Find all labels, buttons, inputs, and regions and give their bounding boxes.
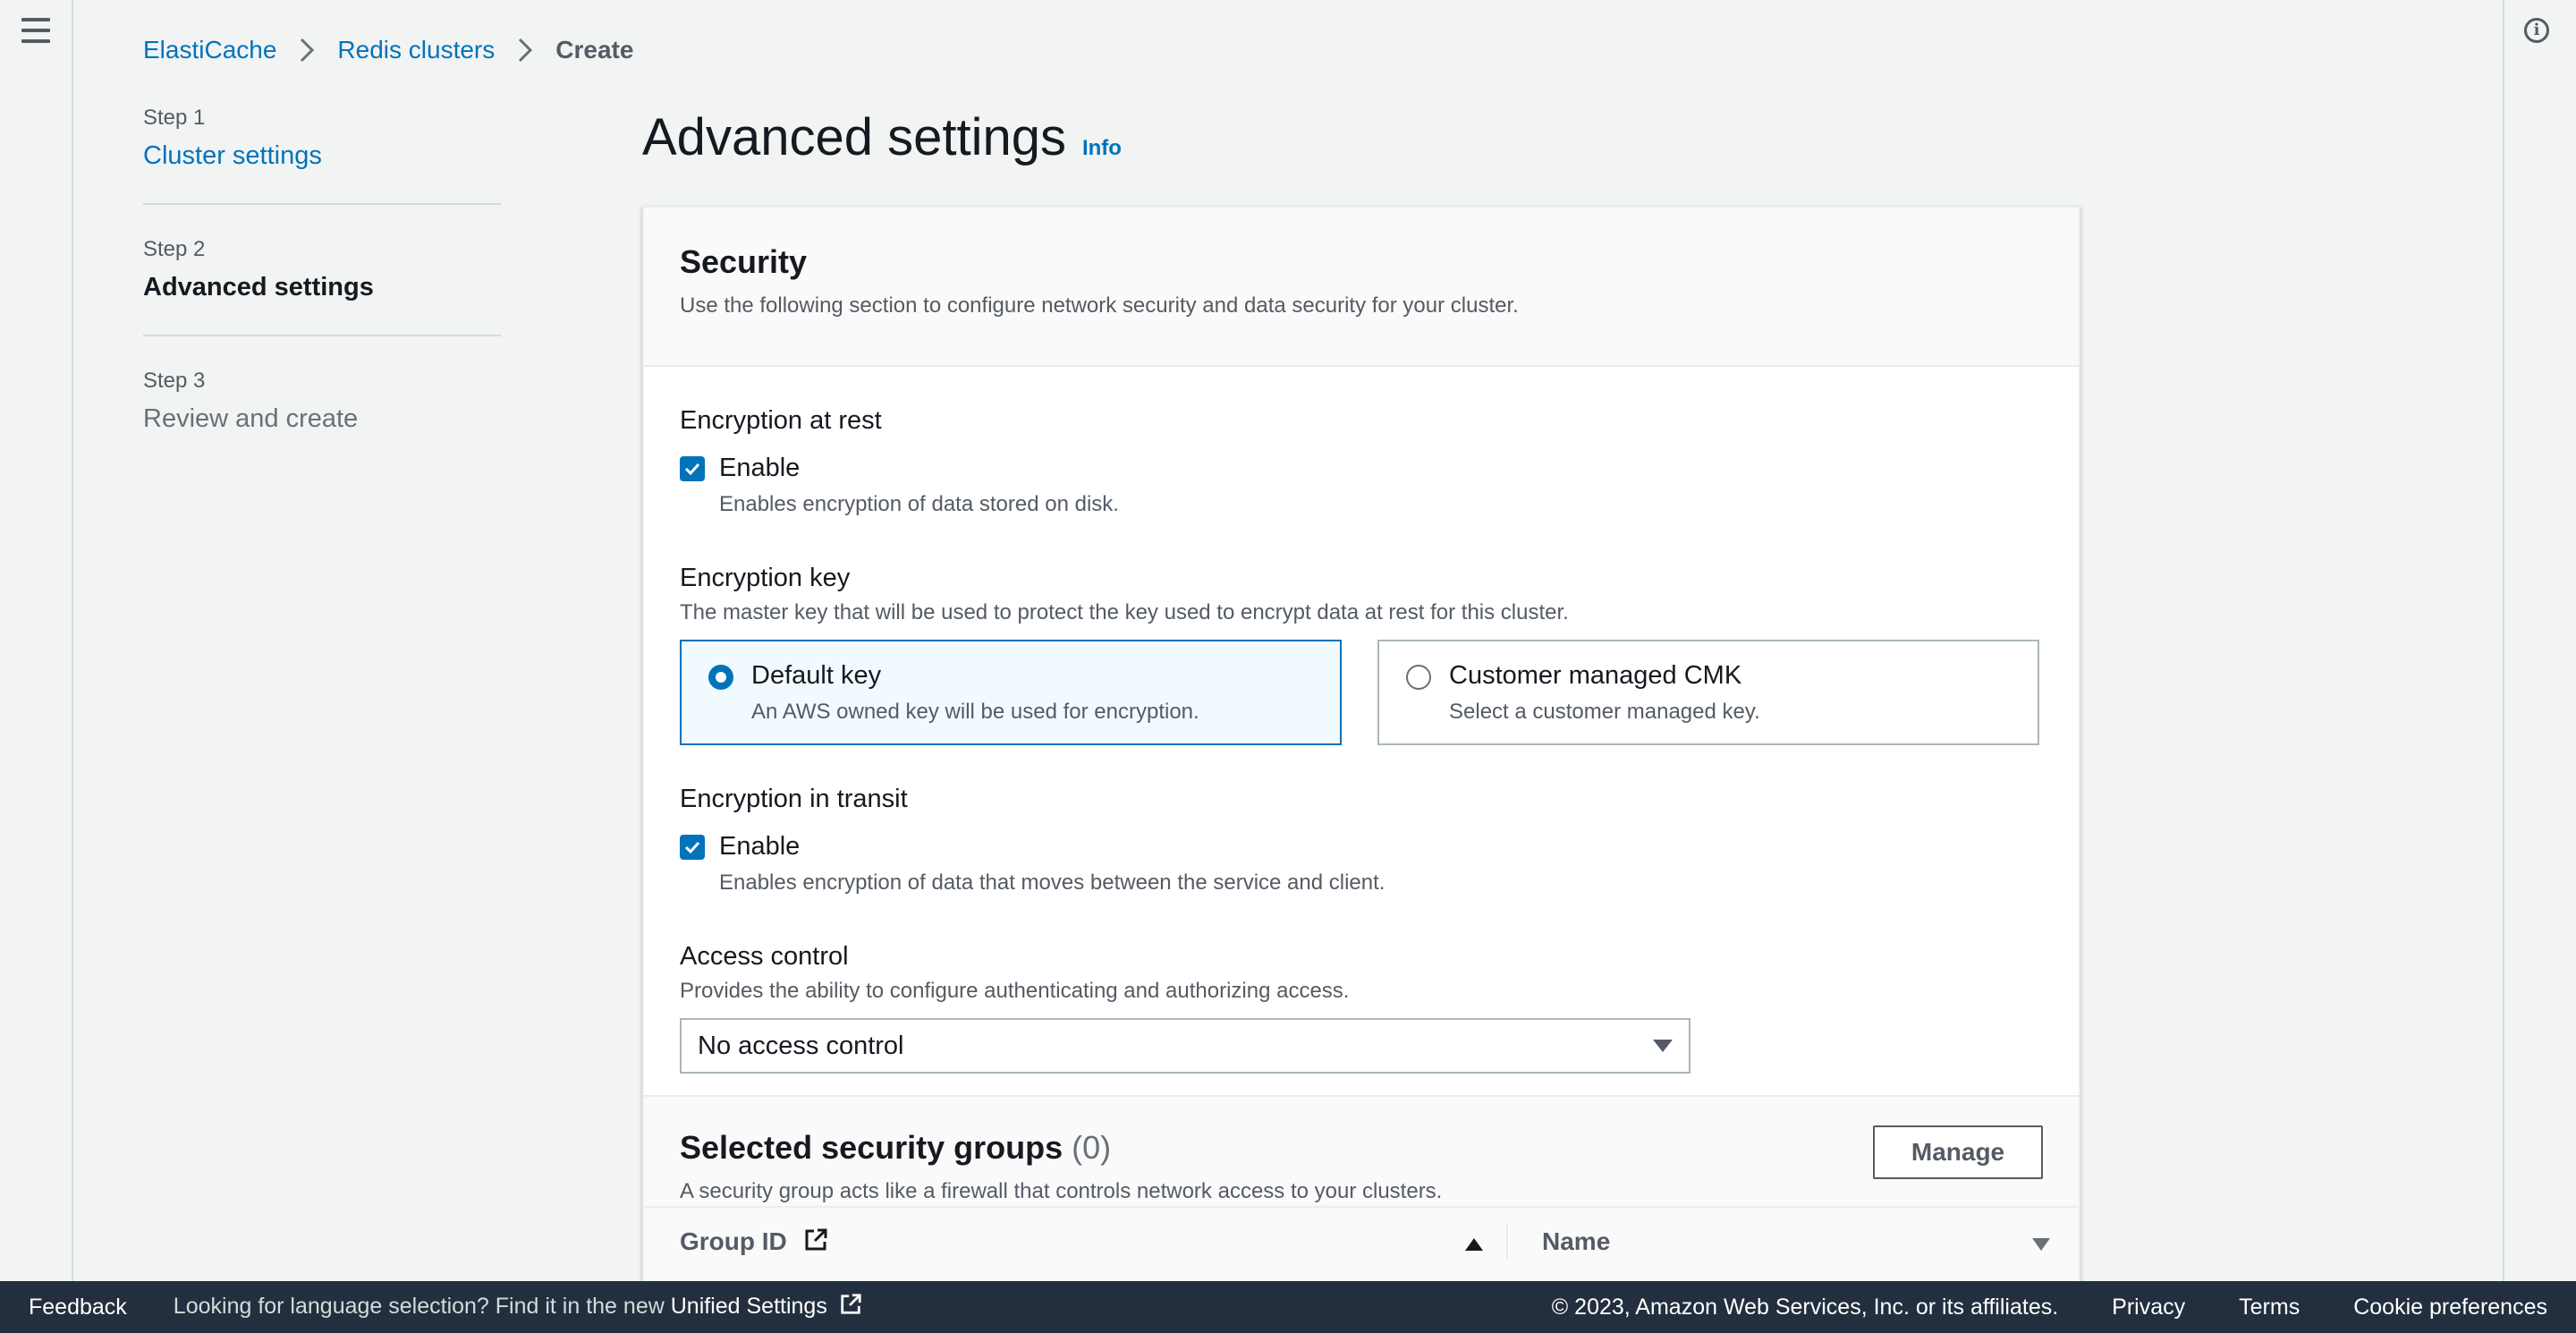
security-groups-count: (0) bbox=[1072, 1129, 1112, 1166]
security-groups-header: Selected security groups (0) A security … bbox=[644, 1097, 2079, 1208]
encryption-at-rest-field: Encryption at rest Enable Enables encryp… bbox=[680, 367, 2043, 517]
step-current-advanced-settings: Advanced settings bbox=[143, 273, 374, 301]
tile-description: Select a customer managed key. bbox=[1449, 700, 1760, 724]
feedback-link[interactable]: Feedback bbox=[29, 1295, 127, 1320]
column-divider bbox=[1506, 1224, 1508, 1260]
external-link-icon bbox=[803, 1227, 828, 1259]
privacy-link[interactable]: Privacy bbox=[2112, 1295, 2185, 1320]
encryption-at-rest-description: Enables encryption of data stored on dis… bbox=[719, 492, 1119, 516]
encryption-in-transit-label: Encryption in transit bbox=[680, 785, 908, 813]
step-number: Step 1 bbox=[143, 106, 206, 130]
menu-icon[interactable] bbox=[21, 18, 50, 43]
security-groups-table-header: Group ID Name bbox=[644, 1208, 2079, 1261]
security-panel-body: Encryption at rest Enable Enables encryp… bbox=[644, 367, 2079, 1074]
info-icon[interactable]: i bbox=[2524, 18, 2549, 43]
encryption-in-transit-enable-label[interactable]: Enable bbox=[719, 832, 800, 862]
column-header-label: Group ID bbox=[680, 1227, 787, 1255]
access-control-description: Provides the ability to configure authen… bbox=[680, 979, 1350, 1003]
step-number: Step 2 bbox=[143, 237, 206, 261]
encryption-at-rest-checkbox-row[interactable]: Enable bbox=[680, 454, 2043, 483]
security-panel: Security Use the following section to co… bbox=[642, 206, 2080, 1301]
encryption-at-rest-label: Encryption at rest bbox=[680, 406, 882, 435]
terms-link[interactable]: Terms bbox=[2239, 1295, 2300, 1320]
checkbox-checked-icon[interactable] bbox=[680, 834, 705, 860]
encryption-in-transit-field: Encryption in transit Enable Enables enc… bbox=[680, 745, 2043, 896]
step-3: Step 3 Review and create bbox=[143, 369, 501, 466]
security-groups-section: Selected security groups (0) A security … bbox=[644, 1095, 2079, 1299]
cookie-preferences-link[interactable]: Cookie preferences bbox=[2353, 1295, 2547, 1320]
manage-button[interactable]: Manage bbox=[1873, 1125, 2043, 1179]
language-notice-text: Looking for language selection? Find it … bbox=[173, 1293, 665, 1319]
breadcrumb-elasticache[interactable]: ElastiCache bbox=[143, 36, 276, 64]
page-title-text: Advanced settings bbox=[642, 108, 1066, 166]
footer-links: © 2023, Amazon Web Services, Inc. or its… bbox=[1552, 1281, 2547, 1333]
sort-icon[interactable] bbox=[2032, 1238, 2050, 1251]
chevron-right-icon bbox=[289, 32, 325, 68]
access-control-field: Access control Provides the ability to c… bbox=[680, 896, 2043, 1074]
security-title: Security bbox=[680, 243, 808, 280]
tile-title: Customer managed CMK bbox=[1449, 661, 1742, 690]
footer: Feedback Looking for language selection?… bbox=[0, 1281, 2576, 1333]
security-groups-title: Selected security groups (0) bbox=[680, 1129, 2043, 1167]
caret-down-icon bbox=[1653, 1040, 1673, 1052]
encryption-key-options: Default key An AWS owned key will be use… bbox=[680, 640, 2043, 745]
unified-settings-link[interactable]: Unified Settings bbox=[671, 1294, 827, 1319]
access-control-value: No access control bbox=[698, 1031, 904, 1060]
step-link-cluster-settings[interactable]: Cluster settings bbox=[143, 141, 501, 171]
step-2: Step 2 Advanced settings bbox=[143, 237, 501, 336]
wizard-steps: Step 1 Cluster settings Step 2 Advanced … bbox=[143, 106, 501, 498]
column-header-name[interactable]: Name bbox=[1542, 1227, 1610, 1256]
encryption-key-description: The master key that will be used to prot… bbox=[680, 600, 1569, 624]
security-groups-description: A security group acts like a firewall th… bbox=[680, 1179, 1443, 1203]
breadcrumb: ElastiCache Redis clusters Create bbox=[143, 32, 633, 68]
step-number: Step 3 bbox=[143, 369, 206, 393]
access-control-select[interactable]: No access control bbox=[680, 1018, 1690, 1074]
security-description: Use the following section to configure n… bbox=[680, 293, 1519, 318]
radio-unselected-icon[interactable] bbox=[1406, 665, 1431, 690]
sort-ascending-icon[interactable] bbox=[1465, 1238, 1483, 1251]
external-link-icon bbox=[839, 1293, 862, 1322]
encryption-key-field: Encryption key The master key that will … bbox=[680, 517, 2043, 745]
info-link[interactable]: Info bbox=[1082, 136, 1122, 161]
access-control-label: Access control bbox=[680, 942, 849, 971]
tile-description: An AWS owned key will be used for encryp… bbox=[751, 700, 1199, 724]
encryption-key-label: Encryption key bbox=[680, 564, 851, 592]
checkbox-checked-icon[interactable] bbox=[680, 455, 705, 481]
encryption-in-transit-checkbox-row[interactable]: Enable bbox=[680, 832, 2043, 862]
navigation-rail bbox=[0, 0, 73, 1281]
breadcrumb-redis-clusters[interactable]: Redis clusters bbox=[337, 36, 495, 64]
tile-customer-managed-cmk[interactable]: Customer managed CMK Select a customer m… bbox=[1377, 640, 2039, 745]
page-title: Advanced settings Info bbox=[642, 107, 1122, 167]
encryption-at-rest-enable-label[interactable]: Enable bbox=[719, 454, 800, 483]
encryption-in-transit-description: Enables encryption of data that moves be… bbox=[719, 870, 1385, 895]
copyright: © 2023, Amazon Web Services, Inc. or its… bbox=[1551, 1294, 2059, 1320]
step-review-and-create: Review and create bbox=[143, 404, 359, 433]
radio-selected-icon[interactable] bbox=[708, 665, 733, 690]
breadcrumb-current: Create bbox=[555, 36, 634, 64]
language-notice: Looking for language selection? Find it … bbox=[174, 1293, 862, 1322]
tile-title: Default key bbox=[751, 661, 882, 690]
security-panel-header: Security Use the following section to co… bbox=[644, 208, 2079, 367]
tools-rail: i bbox=[2503, 0, 2576, 1281]
column-header-group-id[interactable]: Group ID bbox=[680, 1227, 828, 1259]
security-groups-title-text: Selected security groups bbox=[680, 1129, 1063, 1166]
tile-default-key[interactable]: Default key An AWS owned key will be use… bbox=[680, 640, 1342, 745]
chevron-right-icon bbox=[507, 32, 543, 68]
step-1: Step 1 Cluster settings bbox=[143, 106, 501, 205]
